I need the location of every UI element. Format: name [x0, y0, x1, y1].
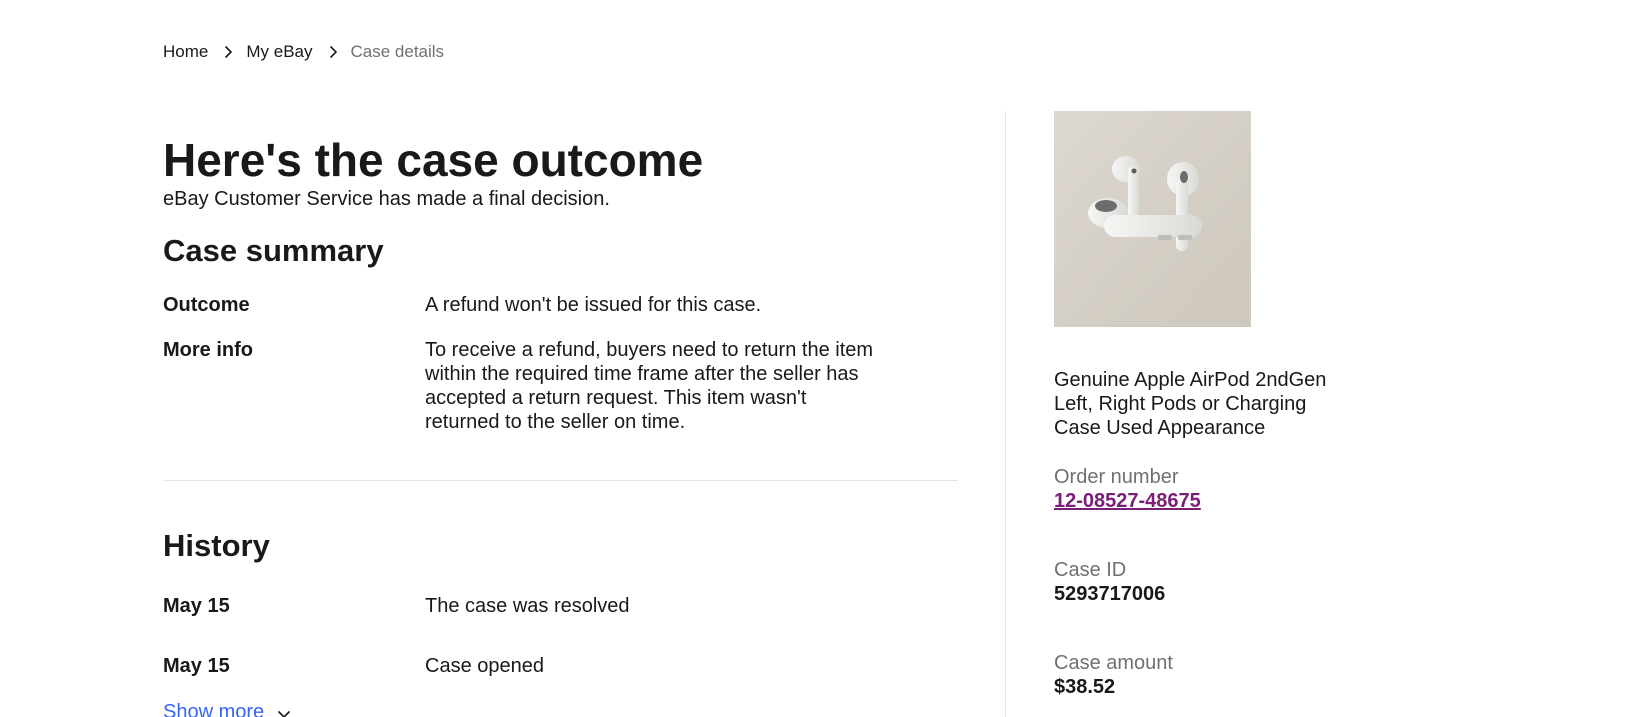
case-amount-label: Case amount — [1054, 652, 1173, 674]
order-number-label: Order number — [1054, 466, 1179, 488]
history-event-description: The case was resolved — [425, 595, 630, 617]
history-heading: History — [163, 528, 270, 563]
history-event-date: May 15 — [163, 655, 230, 677]
case-id-value: 5293717006 — [1054, 583, 1166, 605]
item-title-link[interactable]: Genuine Apple AirPod 2ndGen Left, Right … — [1054, 368, 1354, 440]
history-event-description: Case opened — [425, 655, 544, 677]
show-more-label: Show more — [163, 701, 265, 717]
outcome-value: A refund won't be issued for this case. — [425, 294, 762, 316]
more-info-value: To receive a refund, buyers need to retu… — [425, 339, 874, 433]
history-event-date: May 15 — [163, 595, 230, 617]
show-more-button[interactable]: Show more — [163, 700, 292, 717]
order-number-link[interactable]: 12-08527-48675 — [1054, 490, 1201, 512]
chevron-right-icon — [326, 45, 340, 59]
more-info-label: More info — [163, 339, 253, 361]
chevron-right-icon — [221, 45, 235, 59]
outcome-label: Outcome — [163, 294, 250, 316]
column-divider — [1005, 111, 1006, 717]
case-amount-value: $38.52 — [1054, 676, 1116, 698]
page-subtitle: eBay Customer Service has made a final d… — [163, 188, 610, 210]
item-thumbnail[interactable] — [1054, 111, 1251, 327]
order-number-container: 12-08527-48675 — [1054, 489, 1201, 513]
case-summary-heading: Case summary — [163, 233, 384, 268]
page-title: Here's the case outcome — [163, 134, 704, 186]
case-details-page: Home My eBay Case details Here's the cas… — [0, 0, 1636, 717]
breadcrumb-home-link[interactable]: Home — [163, 42, 208, 62]
breadcrumb-current: Case details — [350, 42, 445, 61]
airpods-image — [1054, 111, 1251, 327]
breadcrumb-my-ebay-link[interactable]: My eBay — [246, 42, 312, 62]
breadcrumb: Home My eBay Case details — [163, 42, 444, 62]
section-divider — [163, 480, 958, 481]
chevron-down-icon — [276, 704, 292, 717]
case-id-label: Case ID — [1054, 559, 1127, 581]
